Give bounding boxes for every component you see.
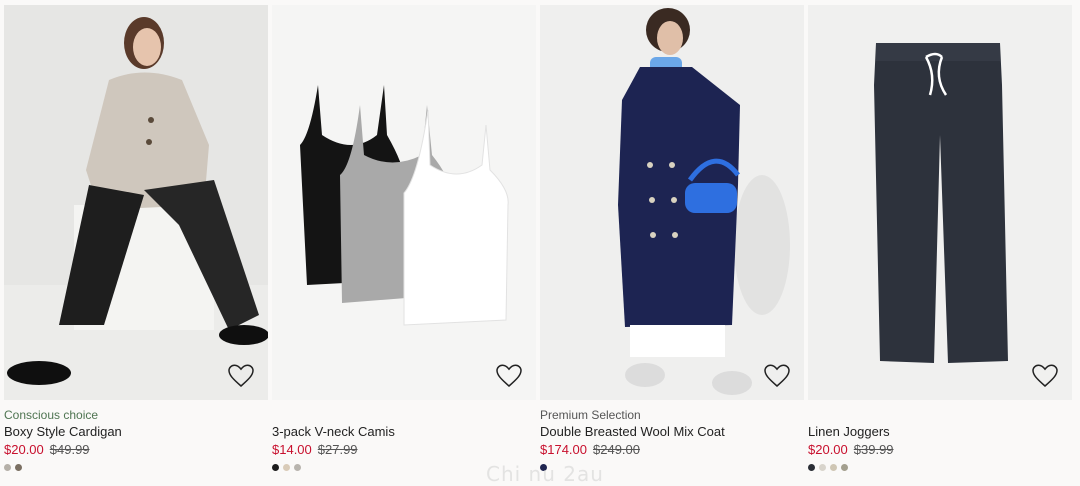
watermark: Chi nu 2au xyxy=(486,462,604,486)
product-prices: $14.00 $27.99 xyxy=(272,441,536,459)
original-price: $49.99 xyxy=(49,442,90,457)
product-marker: Premium Selection xyxy=(540,408,641,422)
color-swatch[interactable] xyxy=(272,464,279,471)
product-prices: $20.00 $39.99 xyxy=(808,441,1072,459)
product-title[interactable]: 3-pack V-neck Camis xyxy=(272,423,536,440)
product-image[interactable] xyxy=(808,5,1072,400)
heart-icon[interactable] xyxy=(228,364,254,388)
color-swatch[interactable] xyxy=(819,464,826,471)
linen-joggers-image xyxy=(808,5,1072,400)
product-card[interactable]: Linen Joggers $20.00 $39.99 xyxy=(808,5,1072,480)
product-info: Conscious choice Boxy Style Cardigan $20… xyxy=(4,400,268,480)
heart-icon[interactable] xyxy=(1032,364,1058,388)
sale-price: $20.00 xyxy=(808,442,848,457)
product-image[interactable] xyxy=(4,5,268,400)
sale-price: $14.00 xyxy=(272,442,312,457)
original-price: $27.99 xyxy=(317,442,358,457)
sale-price: $174.00 xyxy=(540,442,587,457)
product-card[interactable]: Premium Selection Double Breasted Wool M… xyxy=(540,5,804,480)
camisoles-image xyxy=(272,5,536,400)
product-image[interactable] xyxy=(540,5,804,400)
color-swatch[interactable] xyxy=(283,464,290,471)
product-prices: $20.00 $49.99 xyxy=(4,441,268,459)
color-swatch[interactable] xyxy=(830,464,837,471)
color-swatch[interactable] xyxy=(15,464,22,471)
sale-price: $20.00 xyxy=(4,442,44,457)
color-swatches xyxy=(808,464,1072,471)
original-price: $39.99 xyxy=(853,442,894,457)
color-swatch[interactable] xyxy=(4,464,11,471)
wool-coat-model-image xyxy=(540,5,804,400)
color-swatch[interactable] xyxy=(808,464,815,471)
product-title[interactable]: Linen Joggers xyxy=(808,423,1072,440)
product-prices: $174.00 $249.00 xyxy=(540,441,804,459)
product-info: Linen Joggers $20.00 $39.99 xyxy=(808,400,1072,480)
original-price: $249.00 xyxy=(593,442,640,457)
product-marker: Conscious choice xyxy=(4,408,99,422)
color-swatch[interactable] xyxy=(294,464,301,471)
color-swatch[interactable] xyxy=(841,464,848,471)
product-title[interactable]: Double Breasted Wool Mix Coat xyxy=(540,423,804,440)
cardigan-model-image xyxy=(4,5,268,400)
product-card[interactable]: Conscious choice Boxy Style Cardigan $20… xyxy=(4,5,268,480)
color-swatches xyxy=(4,464,268,471)
product-image[interactable] xyxy=(272,5,536,400)
heart-icon[interactable] xyxy=(496,364,522,388)
product-card[interactable]: 3-pack V-neck Camis $14.00 $27.99 xyxy=(272,5,536,480)
product-title[interactable]: Boxy Style Cardigan xyxy=(4,423,268,440)
heart-icon[interactable] xyxy=(764,364,790,388)
product-grid: Conscious choice Boxy Style Cardigan $20… xyxy=(0,0,1080,486)
